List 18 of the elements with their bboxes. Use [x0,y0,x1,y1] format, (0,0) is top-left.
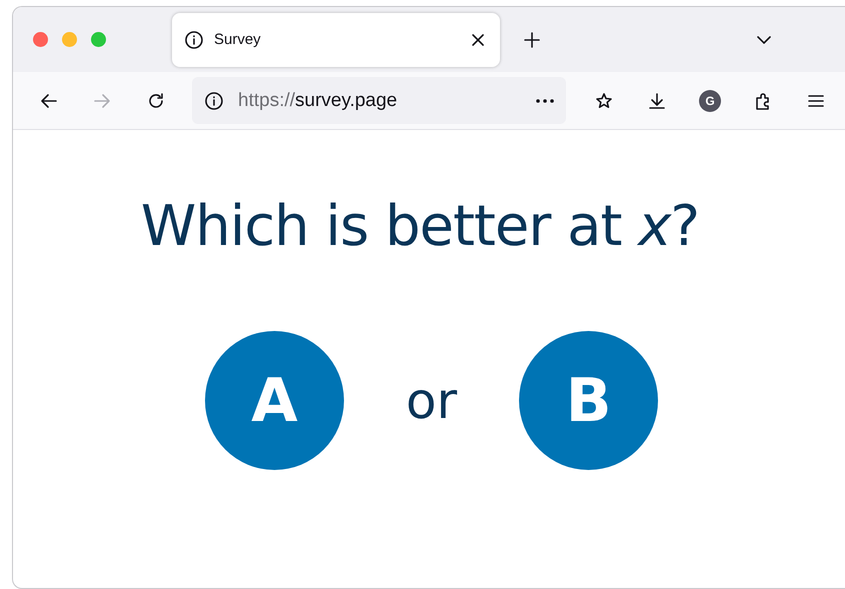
more-icon[interactable] [536,98,554,102]
url-text: https://survey.page [238,90,398,112]
info-icon [204,90,224,110]
account-initial: G [699,90,721,112]
reload-icon [146,90,166,110]
tab-title: Survey [214,31,262,48]
separator-text: or [406,372,458,430]
info-icon [184,30,204,50]
option-button[interactable]: A [204,331,344,470]
account-button[interactable]: G [692,82,728,118]
close-window-icon[interactable] [33,32,48,47]
question-heading: Which is better at x? [140,194,700,259]
star-icon [594,90,614,110]
option-button[interactable]: B [519,331,658,470]
plus-icon [522,30,542,50]
browser-tab[interactable]: Survey [172,12,500,66]
address-bar[interactable]: https://survey.page [192,77,566,124]
download-icon [647,90,667,110]
